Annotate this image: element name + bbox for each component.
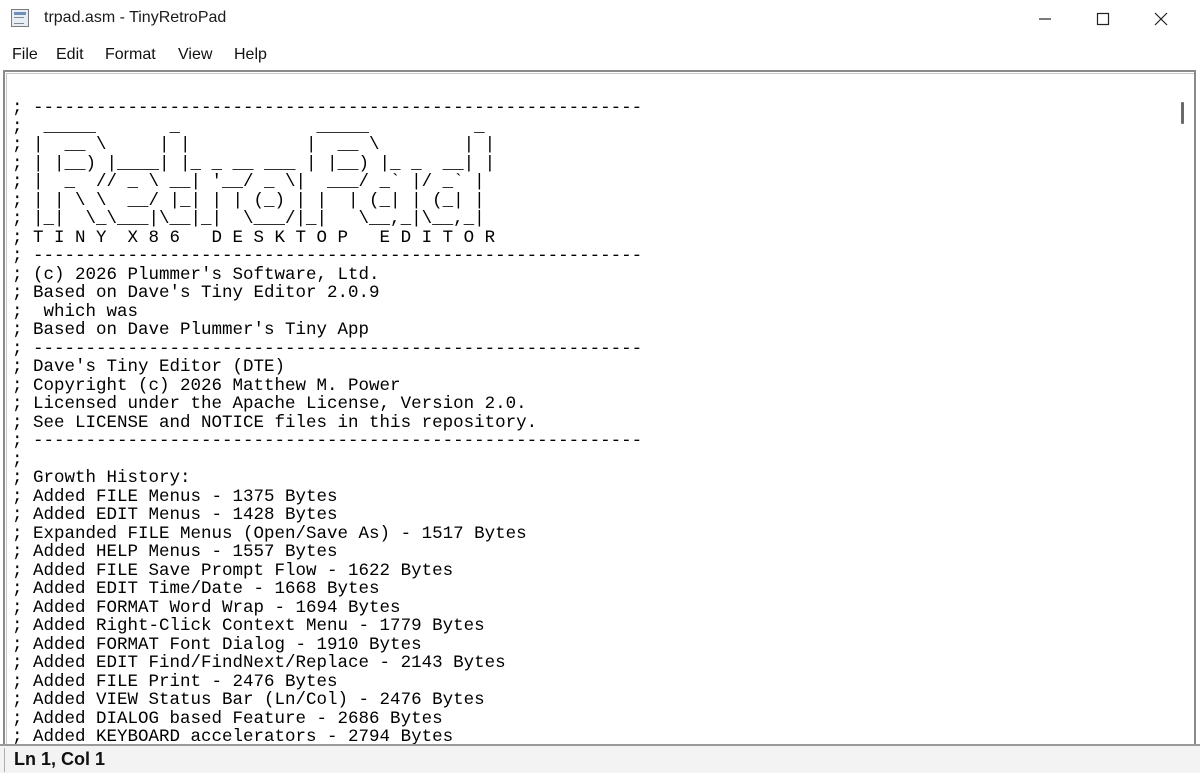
editor-line: ; T I N Y X 8 6 D E S K T O P E D I T O … xyxy=(12,227,496,248)
vertical-scrollbar[interactable] xyxy=(1172,74,1194,744)
title-bar[interactable]: trpad.asm - TinyRetroPad xyxy=(0,0,1200,38)
close-button[interactable] xyxy=(1132,0,1190,38)
editor-line: ; --------------------------------------… xyxy=(12,246,643,266)
editor-line: ; (c) 2026 Plummer's Software, Ltd. xyxy=(12,264,380,285)
status-bar: Ln 1, Col 1 xyxy=(0,744,1200,773)
notepad-app-icon[interactable] xyxy=(11,9,29,27)
close-icon xyxy=(1154,12,1168,26)
editor-line: ; Added Right-Click Context Menu - 1779 … xyxy=(12,616,485,636)
editor-line: ; Added EDIT Menus - 1428 Bytes xyxy=(12,505,338,525)
editor-line: ; Added FILE Save Prompt Flow - 1622 Byt… xyxy=(12,560,454,581)
minimize-icon xyxy=(1039,18,1051,20)
editor-line: ; Added EDIT Find/FindNext/Replace - 214… xyxy=(12,653,506,673)
editor-line: ; Added FORMAT Word Wrap - 1694 Bytes xyxy=(12,597,401,618)
editor-line: ; Added HELP Menus - 1557 Bytes xyxy=(12,542,338,562)
editor-line: ; Based on Dave Plummer's Tiny App xyxy=(12,320,370,340)
editor-line: ; Added DIALOG based Feature - 2686 Byte… xyxy=(12,708,443,729)
editor-text[interactable]: ; --------------------------------------… xyxy=(12,99,1162,744)
menu-edit[interactable]: Edit xyxy=(56,46,84,64)
status-divider xyxy=(4,748,5,772)
maximize-icon xyxy=(1096,12,1110,26)
menu-help[interactable]: Help xyxy=(234,46,267,64)
editor-line: ; Dave's Tiny Editor (DTE) xyxy=(12,357,286,377)
editor-line: ; _____ _ _____ _ xyxy=(12,116,485,137)
editor-line: ; xyxy=(12,449,23,470)
editor-line: ; --------------------------------------… xyxy=(12,98,643,118)
scrollbar-thumb[interactable] xyxy=(1181,102,1184,124)
editor-area[interactable]: ; --------------------------------------… xyxy=(6,73,1194,744)
editor-frame: ; --------------------------------------… xyxy=(3,70,1196,744)
editor-line: ; Added FILE Menus - 1375 Bytes xyxy=(12,486,338,507)
window-title: trpad.asm - TinyRetroPad xyxy=(44,9,227,26)
editor-line: ; --------------------------------------… xyxy=(12,431,643,451)
editor-line: ; Added EDIT Time/Date - 1668 Bytes xyxy=(12,579,380,599)
editor-line: ; | __ \ | | | __ \ | | xyxy=(12,135,496,155)
editor-line: ; Licensed under the Apache License, Ver… xyxy=(12,394,527,414)
editor-line: ; Expanded FILE Menus (Open/Save As) - 1… xyxy=(12,523,527,544)
editor-line: ; Copyright (c) 2026 Matthew M. Power xyxy=(12,375,401,396)
editor-line: ; Based on Dave's Tiny Editor 2.0.9 xyxy=(12,283,380,303)
editor-line: ; Growth History: xyxy=(12,468,191,488)
editor-line: ; | _ // _ \ __| '__/ _ \| ___/ _` |/ _`… xyxy=(12,172,485,192)
editor-line: ; which was xyxy=(12,301,139,322)
editor-line: ; See LICENSE and NOTICE files in this r… xyxy=(12,412,538,433)
menu-format[interactable]: Format xyxy=(105,46,156,64)
editor-line: ; | |__) |____| |_ _ __ ___ | |__) |_ _ … xyxy=(12,153,496,174)
editor-line: ; Added FILE Print - 2476 Bytes xyxy=(12,671,338,692)
maximize-button[interactable] xyxy=(1074,0,1132,38)
editor-line: ; | | \ \ __/ |_| | | (_) | | | (_| | (_… xyxy=(12,190,485,211)
editor-line: ; Added FORMAT Font Dialog - 1910 Bytes xyxy=(12,634,422,655)
editor-line: ; --------------------------------------… xyxy=(12,338,643,359)
menu-file[interactable]: File xyxy=(12,46,38,64)
menu-view[interactable]: View xyxy=(178,46,212,64)
status-line-col: Ln 1, Col 1 xyxy=(14,749,106,769)
minimize-button[interactable] xyxy=(1016,0,1074,38)
editor-line: ; Added VIEW Status Bar (Ln/Col) - 2476 … xyxy=(12,690,485,710)
editor-line: ; |_| \_\___|\__|_| \___/|_| \__,_|\__,_… xyxy=(12,209,485,229)
menu-bar: File Edit Format View Help xyxy=(0,40,1200,70)
editor-line: ; Added KEYBOARD accelerators - 2794 Byt… xyxy=(12,727,454,744)
